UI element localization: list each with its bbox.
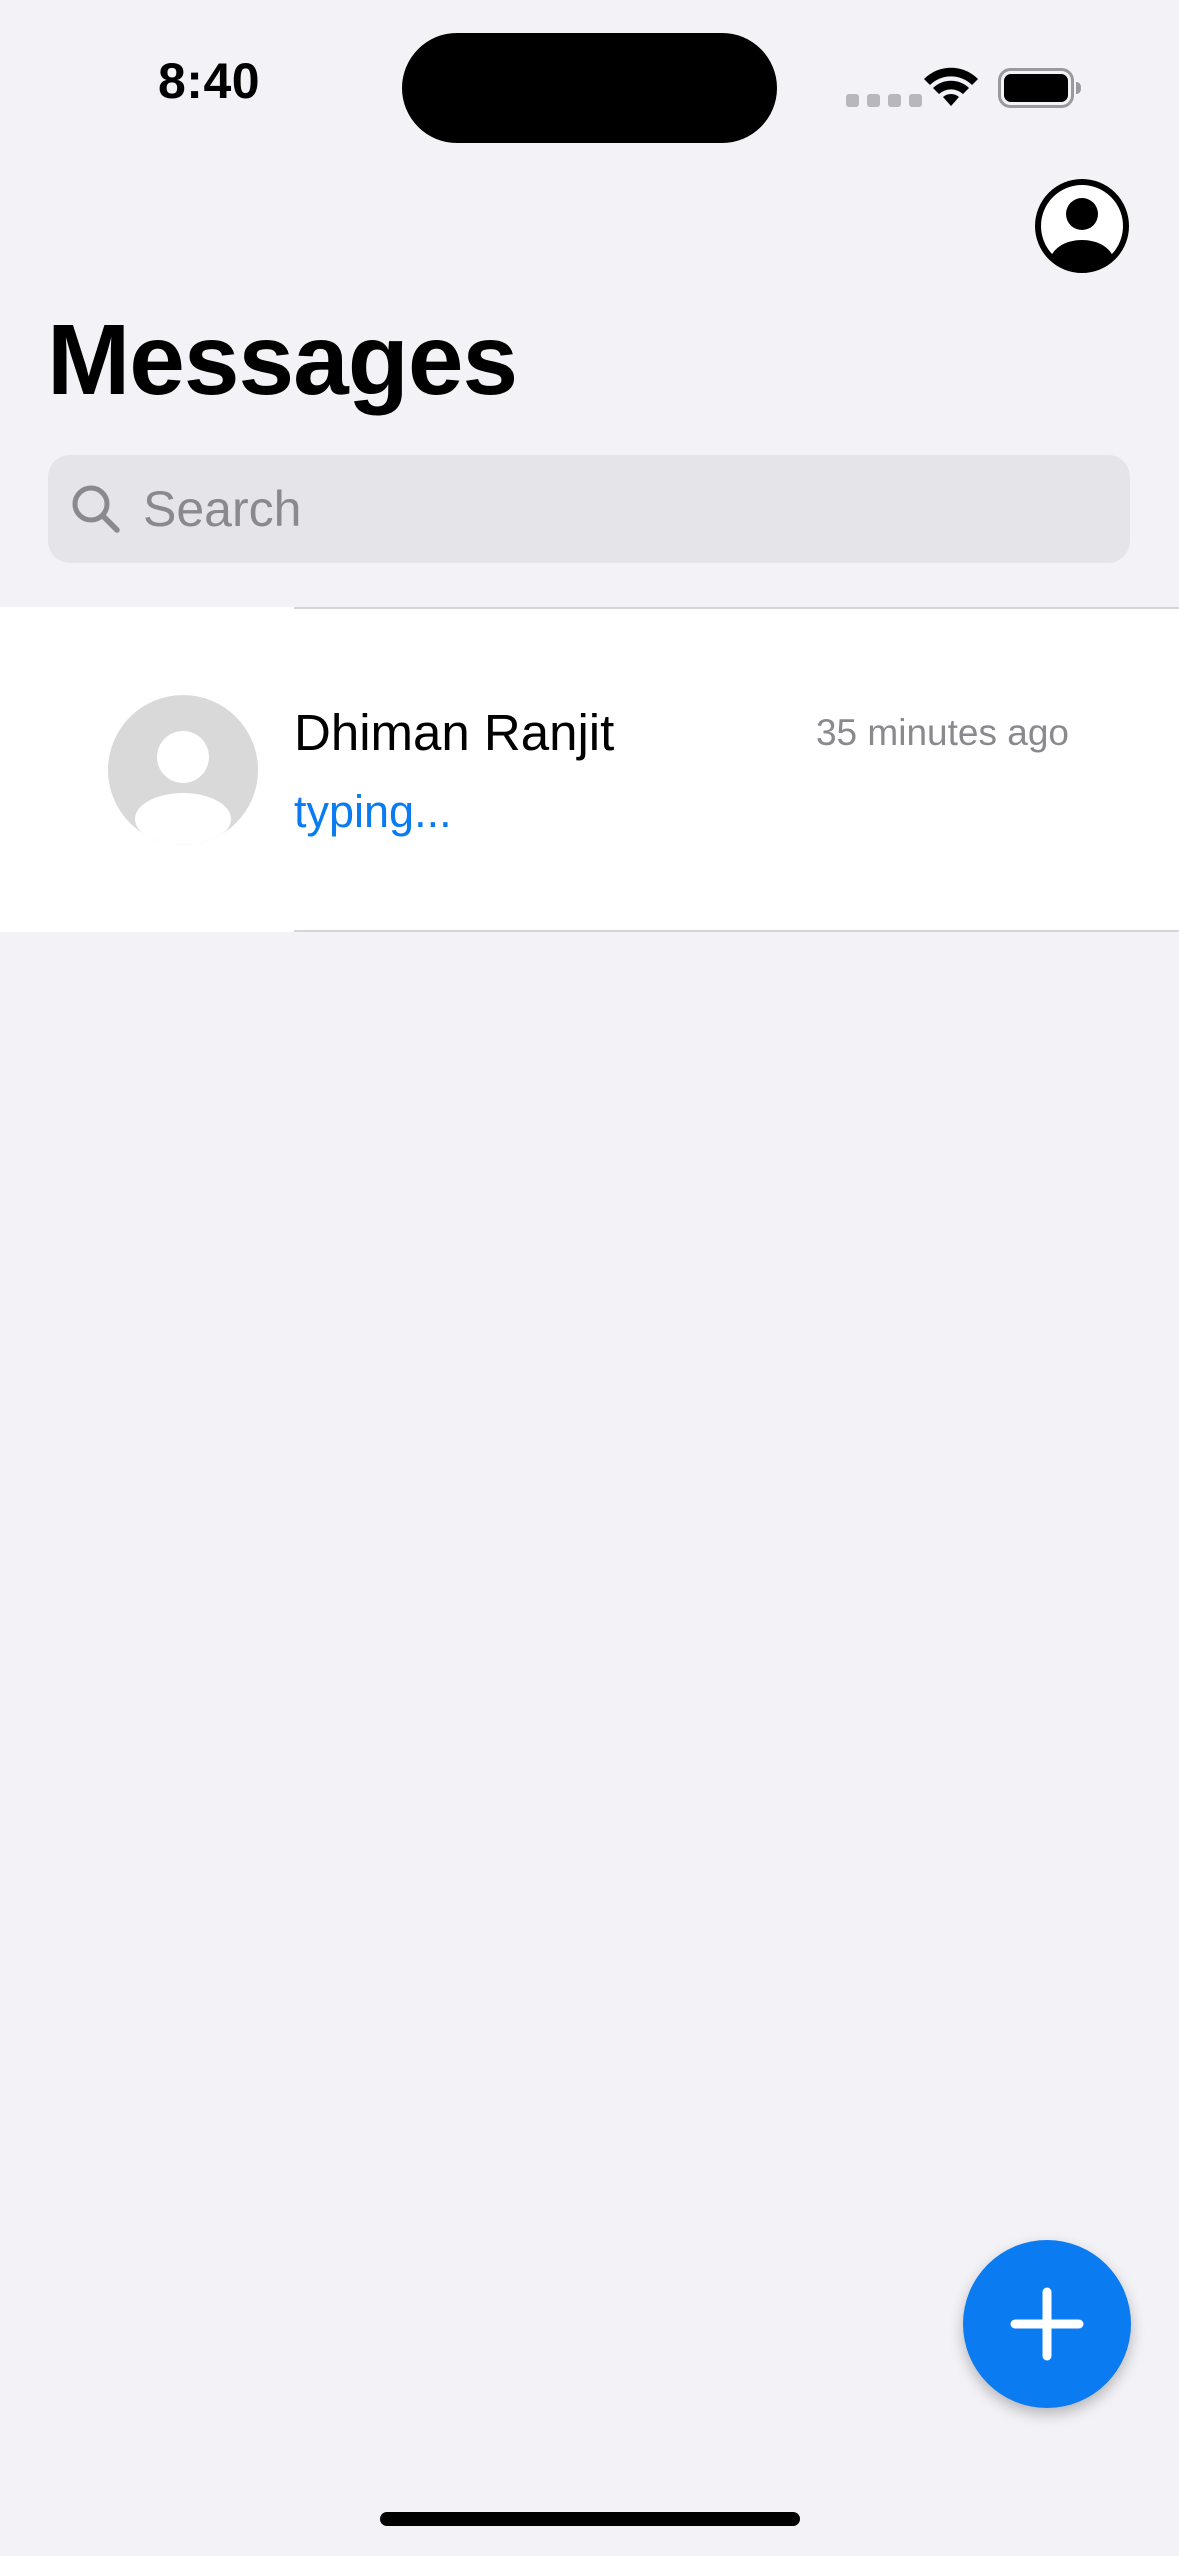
messages-screen: 8:40 Messages Search Dhiman Ranjit 35 mi… (0, 0, 1179, 2556)
wifi-icon (924, 67, 978, 106)
status-time: 8:40 (158, 53, 261, 109)
plus-icon (1010, 2287, 1084, 2361)
list-divider (294, 607, 1179, 609)
dynamic-island (402, 33, 777, 143)
home-indicator[interactable] (380, 2512, 800, 2526)
search-bar[interactable] (48, 455, 1130, 563)
new-message-button[interactable] (963, 2240, 1131, 2408)
avatar-placeholder-icon (108, 695, 258, 845)
cellular-signal-icon (846, 94, 922, 107)
battery-icon (998, 68, 1081, 108)
contact-name: Dhiman Ranjit (294, 704, 615, 761)
page-title: Messages (47, 304, 518, 416)
message-timestamp: 35 minutes ago (815, 712, 1069, 753)
profile-button[interactable] (1034, 178, 1130, 274)
list-divider (294, 930, 1179, 932)
search-icon (72, 485, 120, 533)
search-input[interactable] (143, 455, 1103, 563)
message-preview: typing... (294, 786, 452, 837)
